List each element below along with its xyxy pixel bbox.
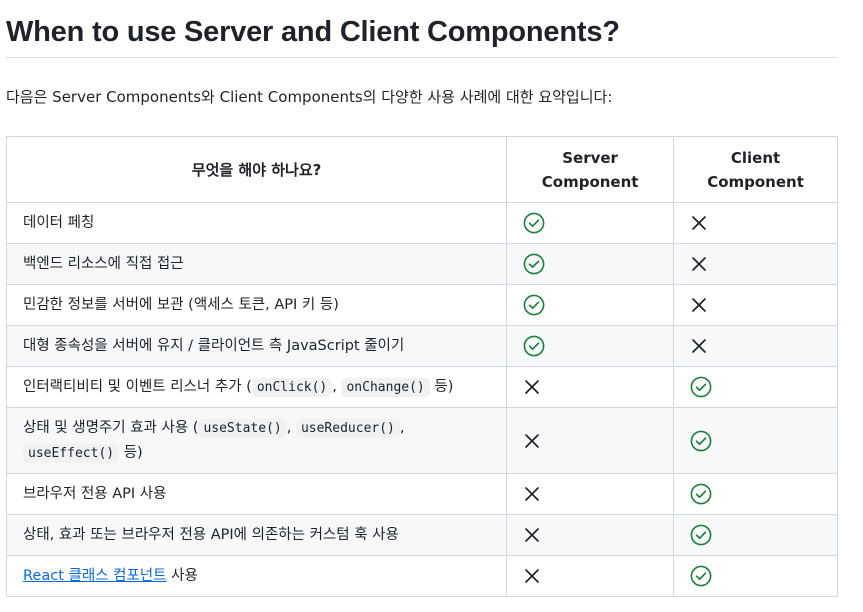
table-header-row: 무엇을 해야 하나요? Server Component Client Comp… [5,136,838,203]
code-usestate: useState() [198,418,287,438]
table-row: 상태, 효과 또는 브라우저 전용 API에 의존하는 커스텀 훅 사용 [5,514,838,556]
row-label: 민감한 정보를 서버에 보관 (액세스 토큰, API 키 등) [5,284,508,326]
row-text: 등) [434,378,454,395]
table-row: 데이터 페칭 [5,202,838,244]
row-label: 인터랙티비티 및 이벤트 리스너 추가 (onClick(), onChange… [5,366,508,408]
intro-text: 다음은 Server Components와 Client Components… [6,88,613,106]
client-cell [673,366,838,408]
client-cell [673,555,838,597]
client-cell [673,514,838,556]
check-circle-icon [690,430,712,452]
table-row: 브라우저 전용 API 사용 [5,473,838,515]
check-circle-icon [690,483,712,505]
row-label: 백엔드 리소스에 직접 접근 [5,243,508,285]
server-cell [506,284,675,326]
check-circle-icon [690,565,712,587]
server-cell [506,325,675,367]
table-row: 대형 종속성을 서버에 유지 / 클라이언트 측 JavaScript 줄이기 [5,325,838,367]
server-cell [506,243,675,285]
row-label: 상태, 효과 또는 브라우저 전용 API에 의존하는 커스텀 훅 사용 [5,514,508,556]
check-circle-icon [523,335,545,357]
server-cell [506,407,675,474]
comparison-table: 무엇을 해야 하나요? Server Component Client Comp… [5,136,838,597]
separator: , [399,419,405,436]
x-icon [690,255,708,273]
client-cell [673,325,838,367]
code-usereducer: useReducer() [295,418,400,438]
code-onclick: onClick() [251,377,333,397]
code-onchange: onChange() [341,377,430,397]
code-useeffect: useEffect() [23,443,120,463]
row-text: 인터랙티비티 및 이벤트 리스너 추가 ( [23,378,252,395]
client-cell [673,243,838,285]
row-label: 데이터 페칭 [5,202,508,244]
header-client-component: Client Component [673,136,838,203]
row-text: 등) [123,444,143,461]
row-text: 사용 [171,568,198,584]
table-row: React 클래스 컴포넌트 사용 [5,555,838,597]
client-cell [673,407,838,474]
table-row: 백엔드 리소스에 직접 접근 [5,243,838,285]
separator: , [332,378,337,395]
separator: , [286,419,292,436]
header-task: 무엇을 해야 하나요? [5,136,508,203]
x-icon [690,337,708,355]
row-label: 대형 종속성을 서버에 유지 / 클라이언트 측 JavaScript 줄이기 [5,325,508,367]
check-circle-icon [690,376,712,398]
row-label: 브라우저 전용 API 사용 [5,473,508,515]
x-icon [690,296,708,314]
server-cell [506,514,675,556]
x-icon [523,567,541,585]
check-circle-icon [690,524,712,546]
page-title: When to use Server and Client Components… [6,0,837,58]
server-cell [506,202,675,244]
check-circle-icon [523,253,545,275]
x-icon [523,432,541,450]
check-circle-icon [523,294,545,316]
row-text: 상태 및 생명주기 효과 사용 ( [23,419,199,436]
header-server-component: Server Component [506,136,675,203]
table-row: 상태 및 생명주기 효과 사용 (useState(), useReducer(… [5,407,838,474]
react-class-components-link[interactable]: React 클래스 컴포넌트 [23,568,167,584]
x-icon [690,214,708,232]
client-cell [673,284,838,326]
table-row: 민감한 정보를 서버에 보관 (액세스 토큰, API 키 등) [5,284,838,326]
table-row: 인터랙티비티 및 이벤트 리스너 추가 (onClick(), onChange… [5,366,838,408]
x-icon [523,485,541,503]
server-cell [506,473,675,515]
server-cell [506,366,675,408]
row-label: 상태 및 생명주기 효과 사용 (useState(), useReducer(… [5,407,508,474]
client-cell [673,202,838,244]
x-icon [523,378,541,396]
check-circle-icon [523,212,545,234]
client-cell [673,473,838,515]
server-cell [506,555,675,597]
x-icon [523,526,541,544]
row-label: React 클래스 컴포넌트 사용 [5,555,508,597]
